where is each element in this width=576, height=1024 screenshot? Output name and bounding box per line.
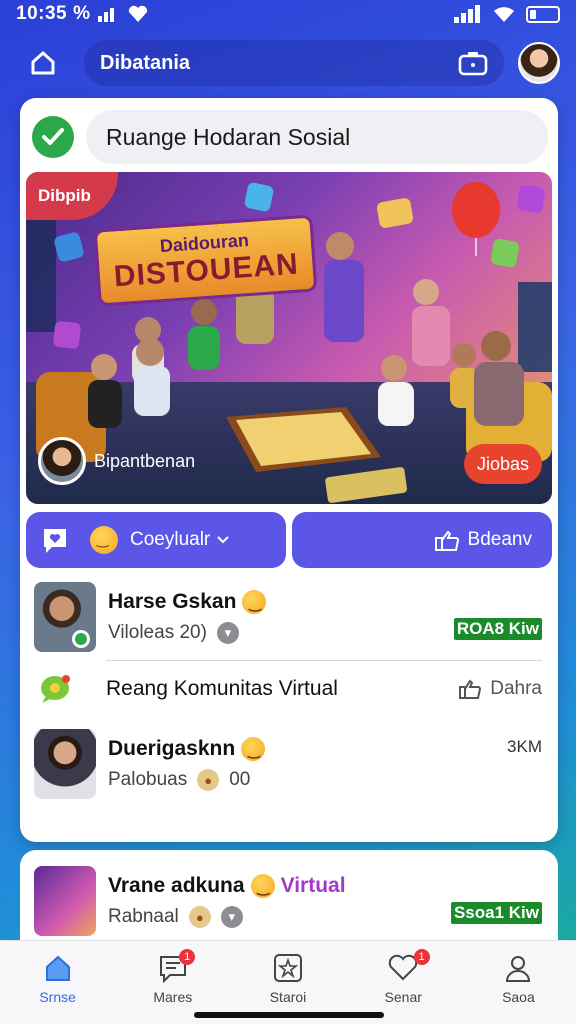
community-share-label: Dahra	[490, 678, 542, 699]
list-item-sub-row: Rabnaal ● ▾	[108, 906, 451, 928]
header-title: Dibatania	[100, 51, 191, 74]
list-item-sub-row: Palobuas ● 00	[108, 769, 507, 791]
check-icon[interactable]	[32, 116, 74, 158]
smile-emoji-icon	[241, 737, 266, 761]
list-item-meta: ROA8 Kiw	[453, 618, 542, 640]
list-item-sub: Palobuas	[108, 769, 188, 790]
online-status-icon	[72, 630, 90, 648]
coin-icon: ●	[197, 769, 220, 791]
community-label: Reang Komunitas Virtual	[106, 677, 338, 700]
status-extra: %	[73, 3, 91, 24]
profile-avatar[interactable]	[518, 42, 560, 84]
nav-label: Srnse	[39, 989, 76, 1005]
thumbs-up-icon	[459, 679, 482, 699]
heart-icon	[128, 5, 148, 23]
sticker-decoration	[243, 181, 275, 213]
list-item-meta: Ssoa1 Kiw	[450, 902, 542, 924]
list-item-body: Harse Gskan Viloleas 20) ▾	[108, 590, 454, 644]
status-bar: 10:35 %	[0, 0, 576, 28]
sticker-decoration	[52, 320, 82, 350]
topic-row: Ruange Hodaran Sosial	[20, 98, 558, 164]
feed-card: Ruange Hodaran Sosial Dibpib Daidouran D…	[20, 98, 558, 842]
smile-emoji-icon	[242, 590, 267, 614]
nav-label: Saoa	[502, 989, 535, 1005]
topic-title[interactable]: Ruange Hodaran Sosial	[86, 110, 548, 164]
nav-label: Mares	[153, 989, 193, 1005]
nav-item-home[interactable]: Srnse	[0, 941, 115, 1024]
share-label: Bdeanv	[467, 529, 532, 550]
battery-icon	[526, 5, 560, 23]
list-item[interactable]: Harse Gskan Viloleas 20) ▾ ROA8 Kiw	[20, 582, 558, 652]
list-item-name-row: Harse Gskan	[108, 590, 454, 614]
wifi-icon	[494, 7, 514, 22]
list-item-meta: 3KM	[507, 737, 542, 756]
community-share[interactable]: Dahra	[458, 678, 542, 700]
list-item-name: Harse Gskan	[108, 590, 237, 613]
list-item-highlight: Virtual	[280, 874, 346, 897]
status-left-icons	[98, 5, 148, 23]
reaction-button[interactable]: Coeylualr	[26, 512, 286, 568]
smile-emoji-icon	[250, 874, 275, 898]
status-right-icons	[454, 5, 560, 23]
cell-signal-icon	[454, 5, 480, 23]
list-item-name: Vrane adkuna	[108, 874, 245, 897]
home-icon	[31, 51, 55, 75]
notification-badge: 1	[413, 949, 430, 965]
list-item-body: Vrane adkuna Virtual Rabnaal ● ▾	[108, 874, 451, 928]
action-row: Coeylualr Bdeanv	[26, 512, 552, 568]
status-time: 10:35	[16, 3, 68, 24]
chevron-down-circle-icon[interactable]: ▾	[220, 906, 243, 928]
hero-image[interactable]: Dibpib Daidouran DISTOUEAN Bipantbenan J…	[26, 172, 552, 504]
user-icon	[501, 951, 535, 985]
hero-user-avatar	[38, 437, 86, 485]
feed-list: Harse Gskan Viloleas 20) ▾ ROA8 Kiw Rean…	[20, 582, 558, 799]
share-button[interactable]: Bdeanv	[292, 512, 552, 568]
bottom-nav: Srnse 1 Mares Staroi 1 Senar Saoa	[0, 940, 576, 1024]
sticker-decoration	[489, 237, 521, 269]
list-item-sub-row: Viloleas 20) ▾	[108, 622, 454, 644]
star-icon	[271, 951, 305, 985]
list-item-name: Duerigasknn	[108, 737, 236, 760]
list-item-sub: Rabnaal	[108, 906, 179, 927]
list-item-thumbnail	[34, 729, 96, 799]
nav-label: Senar	[384, 989, 422, 1005]
chevron-down-circle-icon[interactable]: ▾	[216, 622, 239, 644]
chevron-down-icon	[217, 536, 229, 544]
share-icon	[434, 530, 459, 551]
list-item[interactable]: Vrane adkuna Virtual Rabnaal ● ▾ Ssoa1 K…	[20, 850, 558, 936]
list-item-body: Duerigasknn Palobuas ● 00	[108, 737, 507, 791]
hero-title-banner: Daidouran DISTOUEAN	[93, 214, 318, 307]
reaction-label: Coeylualr	[130, 529, 211, 550]
speech-heart-icon	[44, 529, 66, 553]
list-item-thumbnail	[34, 866, 96, 936]
hero-user[interactable]: Bipantbenan	[38, 437, 195, 485]
coin-icon: ●	[188, 906, 211, 928]
smile-emoji-icon	[90, 526, 118, 554]
list-item-name-row: Vrane adkuna Virtual	[108, 874, 451, 898]
home-icon	[41, 951, 75, 985]
home-button[interactable]	[20, 40, 66, 86]
nav-label: Staroi	[269, 989, 307, 1005]
notification-badge: 1	[179, 949, 196, 965]
camera-icon[interactable]	[458, 50, 488, 76]
top-bar: Dibatania	[20, 40, 560, 86]
signal-icon	[98, 8, 115, 22]
community-row[interactable]: Reang Komunitas Virtual Dahra	[20, 661, 558, 717]
home-indicator	[194, 1012, 384, 1018]
list-item[interactable]: Duerigasknn Palobuas ● 00 3KM	[20, 729, 558, 799]
chat-bubble-icon	[41, 675, 70, 703]
hero-username: Bipantbenan	[94, 450, 196, 471]
header-title-bar[interactable]: Dibatania	[84, 40, 504, 86]
list-item-name-row: Duerigasknn	[108, 737, 507, 761]
hero-action-button[interactable]: Jiobas	[464, 444, 542, 484]
sticker-decoration	[516, 184, 546, 214]
list-item-sub: Viloleas 20)	[108, 622, 207, 643]
list-item-sub-extra: 00	[229, 769, 251, 790]
nav-item-profile[interactable]: Saoa	[461, 941, 576, 1024]
